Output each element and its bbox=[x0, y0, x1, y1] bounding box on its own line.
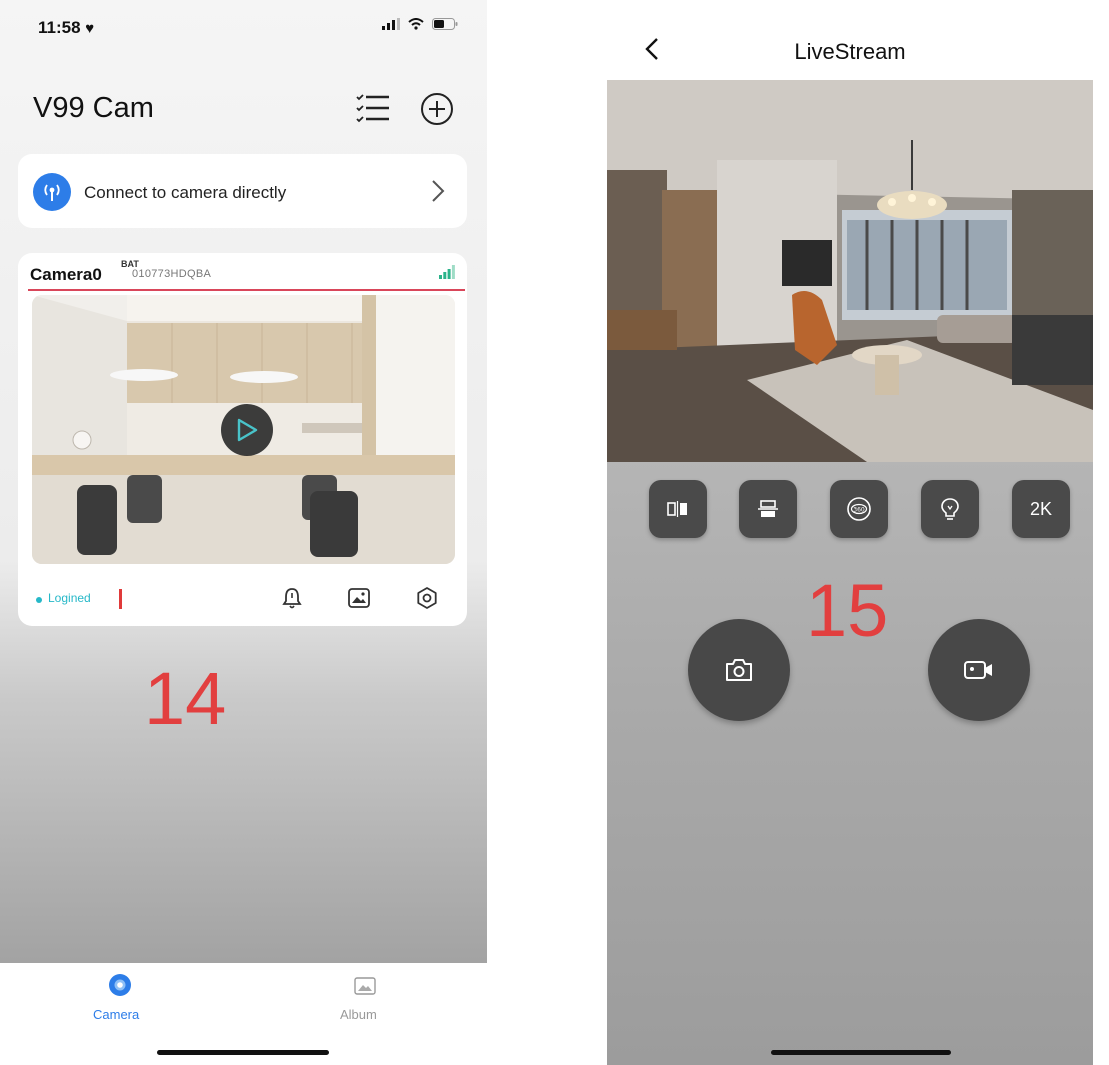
wifi-icon bbox=[408, 18, 424, 30]
chevron-right-icon bbox=[432, 180, 445, 202]
cellular-signal-icon bbox=[382, 18, 400, 30]
status-icons bbox=[382, 18, 458, 30]
connect-directly-label: Connect to camera directly bbox=[84, 183, 287, 202]
battery-icon bbox=[432, 18, 458, 30]
panorama-360-button[interactable]: 360 bbox=[830, 480, 888, 538]
list-icon bbox=[356, 94, 389, 123]
annotation-number: 14 bbox=[144, 657, 227, 740]
video-camera-icon bbox=[964, 661, 992, 679]
gear-icon bbox=[417, 587, 437, 609]
annotation-number: 15 bbox=[806, 569, 889, 652]
living-room-feed-image bbox=[607, 80, 1093, 462]
camera-card[interactable]: Camera0 BAT 010773HDQBA Logined bbox=[18, 253, 467, 626]
tab-album-label: Album bbox=[340, 1007, 377, 1022]
red-marker bbox=[119, 589, 122, 609]
record-video-button[interactable] bbox=[928, 619, 1030, 721]
mirror-button[interactable] bbox=[649, 480, 707, 538]
status-time-text: 11:58 bbox=[38, 18, 81, 37]
svg-text:360: 360 bbox=[853, 507, 865, 514]
status-bar: 11:58 ♥ bbox=[38, 18, 458, 40]
connect-directly-card[interactable]: Connect to camera directly bbox=[18, 154, 467, 228]
card-divider bbox=[28, 289, 465, 291]
camera-name: Camera0 bbox=[30, 265, 102, 284]
list-menu-button[interactable] bbox=[356, 93, 390, 128]
bottom-tab-bar: Camera Album bbox=[0, 963, 487, 1065]
light-bulb-icon bbox=[941, 498, 959, 520]
tab-album[interactable]: Album bbox=[330, 969, 402, 1029]
resolution-button[interactable]: 2K bbox=[1012, 480, 1070, 538]
app-title: V99 Cam bbox=[33, 92, 154, 124]
plus-circle-icon bbox=[421, 93, 453, 125]
home-indicator bbox=[157, 1050, 329, 1055]
snapshot-button[interactable] bbox=[688, 619, 790, 721]
status-time: 11:58 ♥ bbox=[38, 18, 94, 38]
flip-button[interactable] bbox=[739, 480, 797, 538]
alarm-button[interactable] bbox=[279, 585, 305, 611]
play-icon bbox=[237, 418, 258, 442]
camera-list-screen: 11:58 ♥ V99 Cam Connect to camera direct… bbox=[0, 0, 487, 1065]
bell-icon bbox=[282, 588, 302, 609]
album-tab-icon bbox=[354, 977, 376, 995]
hotspot-icon bbox=[33, 173, 71, 211]
camera-tab-icon bbox=[109, 974, 131, 996]
flip-icon bbox=[758, 500, 778, 517]
gallery-button[interactable] bbox=[346, 585, 372, 611]
camera-uid: 010773HDQBA bbox=[132, 268, 212, 280]
resolution-label: 2K bbox=[1029, 498, 1053, 519]
mirror-icon bbox=[667, 501, 687, 517]
signal-strength-icon bbox=[439, 265, 455, 279]
light-button[interactable] bbox=[921, 480, 979, 538]
tab-camera-label: Camera bbox=[93, 1007, 140, 1022]
livestream-nav-bar: LiveStream bbox=[607, 20, 1093, 80]
image-icon bbox=[348, 588, 370, 608]
camera-thumbnail[interactable] bbox=[32, 295, 455, 564]
settings-button[interactable] bbox=[414, 585, 440, 611]
status-indicator-dot bbox=[36, 597, 42, 603]
live-video-view[interactable] bbox=[607, 80, 1093, 462]
play-button[interactable] bbox=[221, 404, 273, 456]
add-camera-button[interactable] bbox=[420, 92, 454, 131]
home-indicator bbox=[771, 1050, 951, 1055]
360-icon: 360 bbox=[847, 497, 871, 521]
livestream-title: LiveStream bbox=[794, 39, 906, 64]
camera-icon bbox=[726, 659, 752, 681]
camera-status-label: Logined bbox=[48, 591, 91, 605]
tab-camera[interactable]: Camera bbox=[84, 969, 156, 1029]
heart-icon: ♥ bbox=[85, 20, 95, 37]
livestream-screen: LiveStream 360 2K 15 bbox=[607, 20, 1093, 1065]
